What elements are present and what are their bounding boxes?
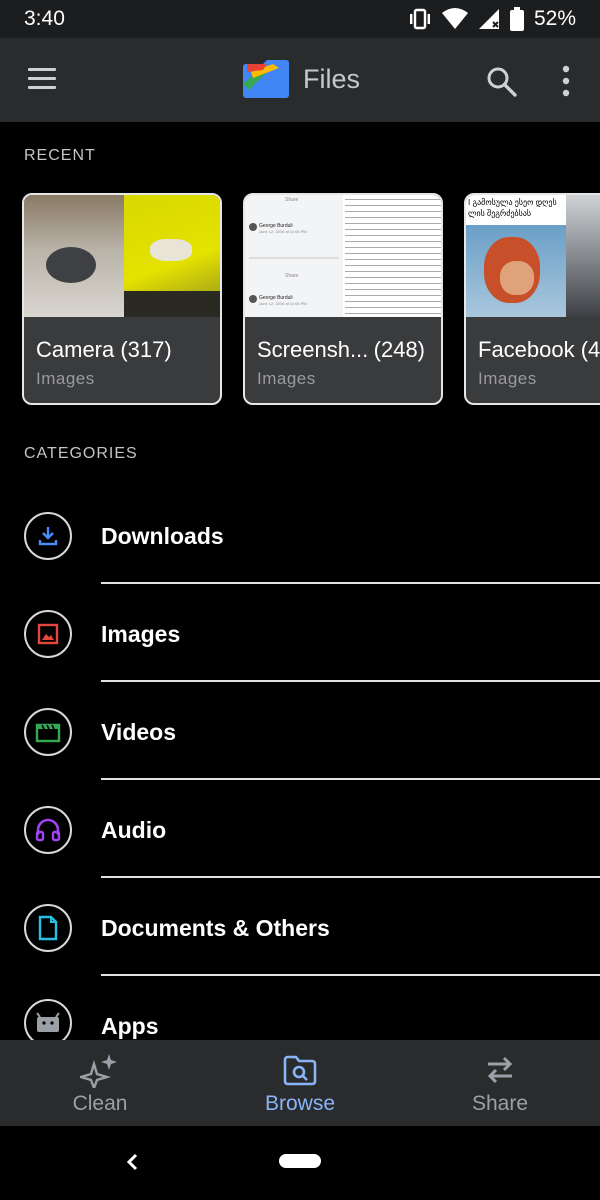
image-icon [24, 610, 72, 658]
divider [101, 876, 600, 878]
recent-card-facebook[interactable]: I გამოსულა ესეო დღეს ლის შეგრძებსას Face… [464, 193, 600, 405]
category-label: Documents & Others [101, 915, 330, 941]
app-bar: Files [0, 38, 600, 122]
card-subtitle: Images [257, 369, 316, 388]
home-button[interactable] [279, 1154, 321, 1168]
search-icon[interactable] [486, 66, 518, 98]
status-icons: 52% [408, 7, 576, 31]
divider [101, 778, 600, 780]
app-title-group: Files [243, 60, 360, 98]
recent-card-screenshots[interactable]: Share George Burduli June 12, 2016 at 11… [243, 193, 443, 405]
app-title: Files [303, 63, 361, 94]
wifi-icon [441, 8, 468, 29]
document-icon [24, 904, 72, 952]
screenshots-thumbnail: Share George Burduli June 12, 2016 at 11… [245, 195, 441, 317]
status-bar: 3:40 52% [0, 0, 600, 38]
status-time: 3:40 [24, 7, 65, 30]
category-images[interactable]: Images [0, 585, 600, 683]
headphones-icon [24, 806, 72, 854]
recent-carousel[interactable]: Camera (317) Images Share George Burduli… [22, 193, 600, 409]
video-icon [24, 708, 72, 756]
recent-section-label: RECENT [24, 147, 96, 164]
category-label: Videos [101, 719, 176, 745]
download-icon [24, 512, 72, 560]
swap-arrows-icon [487, 1056, 513, 1084]
card-title: Screensh... [257, 337, 369, 362]
category-label: Downloads [101, 523, 224, 549]
nav-browse[interactable]: Browse [240, 1052, 360, 1116]
card-title: Camera (317) [36, 337, 172, 362]
nav-label: Share [471, 1092, 529, 1115]
divider [101, 582, 600, 584]
signal-icon [478, 9, 499, 29]
nav-label: Clean [72, 1092, 128, 1115]
category-label: Apps [101, 1013, 159, 1039]
battery-percent: 52% [533, 7, 576, 30]
browse-folder-icon [283, 1055, 317, 1086]
system-navigation-bar [0, 1126, 600, 1200]
more-options-icon[interactable] [556, 64, 576, 98]
files-logo-icon [243, 60, 289, 98]
card-subtitle: Images [36, 369, 95, 388]
camera-thumbnail [24, 195, 220, 317]
sparkle-icon [80, 1054, 117, 1088]
menu-button[interactable] [28, 68, 58, 92]
bottom-navigation: Clean Browse Share [0, 1040, 600, 1126]
nav-share[interactable]: Share [440, 1052, 560, 1116]
categories-section-label: CATEGORIES [24, 445, 138, 462]
back-icon[interactable] [122, 1151, 144, 1173]
category-downloads[interactable]: Downloads [0, 487, 600, 585]
card-title: Facebook (47 [478, 337, 600, 362]
card-subtitle: Images [478, 369, 537, 388]
category-documents[interactable]: Documents & Others [0, 879, 600, 977]
facebook-thumbnail: I გამოსულა ესეო დღეს ლის შეგრძებსას [466, 195, 600, 317]
category-label: Images [101, 621, 181, 647]
card-count: (248) [373, 337, 425, 362]
recent-card-camera[interactable]: Camera (317) Images [22, 193, 222, 405]
divider [101, 974, 600, 976]
divider [101, 680, 600, 682]
category-audio[interactable]: Audio [0, 781, 600, 879]
category-videos[interactable]: Videos [0, 683, 600, 781]
nav-label: Browse [264, 1092, 336, 1115]
vibrate-icon [409, 8, 430, 30]
nav-clean[interactable]: Clean [40, 1052, 160, 1116]
category-label: Audio [101, 817, 167, 843]
battery-icon [509, 7, 524, 31]
